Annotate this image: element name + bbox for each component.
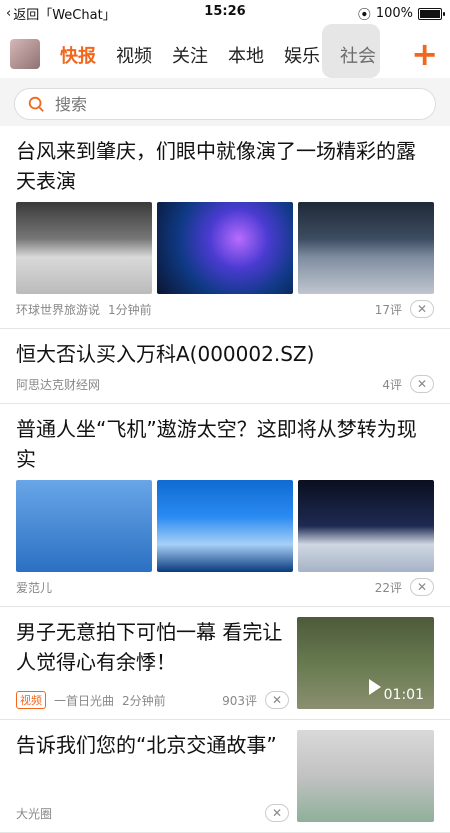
news-source: 阿思达克财经网 xyxy=(16,377,101,392)
dismiss-button[interactable]: ✕ xyxy=(265,691,289,709)
search-input[interactable] xyxy=(53,93,417,115)
add-channel-button[interactable]: + xyxy=(411,38,438,70)
tab-3[interactable]: 关注 xyxy=(172,42,208,68)
news-title[interactable]: 恒大否认买入万科A(000002.SZ) xyxy=(16,339,434,369)
dismiss-button[interactable]: ✕ xyxy=(410,300,434,318)
news-image[interactable] xyxy=(16,480,152,572)
dismiss-button[interactable]: ✕ xyxy=(410,375,434,393)
news-feed: 台风来到肇庆，们眼中就像演了一场精彩的露天表演 环球世界旅游说 1分钟前 17评… xyxy=(0,126,450,833)
comment-count: 903评 xyxy=(222,693,257,708)
news-item[interactable]: 告诉我们您的“北京交通故事” 大光圈 ✕ xyxy=(0,720,450,833)
news-item[interactable]: 男子无意拍下可怕一幕 看完让人觉得心有余悸！ 视频 一首日光曲 2分钟前 903… xyxy=(0,607,450,720)
comment-count: 17评 xyxy=(374,302,402,317)
comment-count: 4评 xyxy=(382,377,402,392)
news-item[interactable]: 普通人坐“飞机”遨游太空？这即将从梦转为现实 爱范儿 22评 ✕ xyxy=(0,404,450,607)
top-navigation: 快报 视频 关注 本地 娱乐 社会 + xyxy=(0,24,450,78)
search-bar[interactable] xyxy=(14,88,436,120)
news-image[interactable] xyxy=(298,480,434,572)
news-time: 2分钟前 xyxy=(122,693,166,708)
news-title[interactable]: 男子无意拍下可怕一幕 看完让人觉得心有余悸！ xyxy=(16,617,289,677)
status-bar: ‹ 返回「WeChat」 15:26 ⦿ 100% xyxy=(0,0,450,24)
news-title[interactable]: 告诉我们您的“北京交通故事” xyxy=(16,730,289,760)
video-duration: 01:01 xyxy=(383,687,424,703)
dismiss-button[interactable]: ✕ xyxy=(265,804,289,822)
floating-overlay xyxy=(322,24,380,78)
tab-2[interactable]: 视频 xyxy=(116,42,152,68)
news-image[interactable] xyxy=(157,202,293,294)
video-tag: 视频 xyxy=(16,691,46,709)
battery-percent: 100% xyxy=(375,6,413,21)
news-item[interactable]: 台风来到肇庆，们眼中就像演了一场精彩的露天表演 环球世界旅游说 1分钟前 17评… xyxy=(0,126,450,329)
news-source: 环球世界旅游说 xyxy=(16,302,101,317)
battery-icon xyxy=(418,7,445,20)
video-thumbnail[interactable]: 01:01 xyxy=(297,617,434,709)
play-icon xyxy=(369,679,381,695)
news-source: 大光圈 xyxy=(16,806,53,821)
news-source: 一首日光曲 xyxy=(54,693,115,708)
news-title[interactable]: 普通人坐“飞机”遨游太空？这即将从梦转为现实 xyxy=(16,414,434,474)
news-item[interactable]: 恒大否认买入万科A(000002.SZ) 阿思达克财经网 4评 ✕ xyxy=(0,329,450,404)
news-image[interactable] xyxy=(157,480,293,572)
news-image[interactable] xyxy=(16,202,152,294)
news-time: 1分钟前 xyxy=(108,302,152,317)
tab-5[interactable]: 娱乐 xyxy=(284,42,320,68)
dismiss-button[interactable]: ✕ xyxy=(410,578,434,596)
search-icon xyxy=(28,96,44,112)
rotation-lock-icon: ⦿ xyxy=(357,8,371,23)
news-image[interactable] xyxy=(298,202,434,294)
tab-4[interactable]: 本地 xyxy=(228,42,264,68)
tab-1[interactable]: 快报 xyxy=(60,42,96,68)
news-title[interactable]: 台风来到肇庆，们眼中就像演了一场精彩的露天表演 xyxy=(16,136,434,196)
news-source: 爱范儿 xyxy=(16,580,53,595)
avatar[interactable] xyxy=(10,39,40,69)
news-image[interactable] xyxy=(297,730,434,822)
comment-count: 22评 xyxy=(374,580,402,595)
